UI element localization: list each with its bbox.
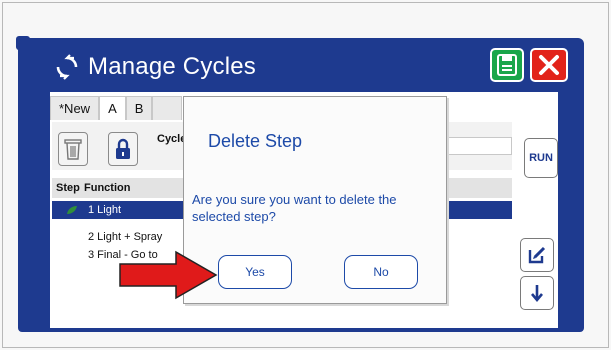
yes-button[interactable]: Yes: [218, 255, 292, 289]
lock-icon: [116, 138, 130, 159]
cycle-name-input[interactable]: [444, 137, 512, 155]
tab-new[interactable]: *New: [50, 96, 100, 120]
window-title: Manage Cycles: [88, 53, 257, 80]
delete-step-dialog: Delete Step Are you sure you want to del…: [183, 96, 447, 304]
delete-step-button[interactable]: [58, 132, 88, 166]
close-button[interactable]: [530, 48, 568, 82]
edit-icon: [528, 246, 546, 264]
step-label: 2 Light + Spray: [88, 231, 163, 243]
dialog-message: Are you sure you want to delete the sele…: [192, 192, 397, 224]
save-icon: [497, 54, 517, 76]
dialog-title: Delete Step: [208, 131, 303, 151]
leaf-icon: [67, 206, 77, 214]
tab-b[interactable]: B: [125, 96, 153, 120]
tab-a[interactable]: A: [99, 96, 126, 120]
function-column-header: Function: [84, 182, 131, 194]
move-step-down-button[interactable]: [520, 276, 554, 310]
no-button[interactable]: No: [344, 255, 418, 289]
close-icon: [539, 55, 559, 75]
refresh-icon: [56, 54, 78, 80]
step-column-header: Step: [56, 182, 80, 194]
lock-button[interactable]: [108, 132, 138, 166]
step-label: 1 Light: [88, 204, 122, 216]
trash-icon: [64, 139, 82, 160]
arrow-down-icon: [531, 285, 543, 303]
save-button[interactable]: [490, 48, 524, 82]
tab-empty[interactable]: [152, 96, 183, 120]
cycle-name-label: Cycle: [157, 133, 187, 145]
callout-arrow-icon: [119, 250, 218, 300]
run-button[interactable]: RUN: [524, 138, 558, 178]
window-title-bar: Manage Cycles: [54, 52, 256, 82]
edit-step-button[interactable]: [520, 238, 554, 272]
cycle-tabs: *New A B: [50, 96, 183, 120]
